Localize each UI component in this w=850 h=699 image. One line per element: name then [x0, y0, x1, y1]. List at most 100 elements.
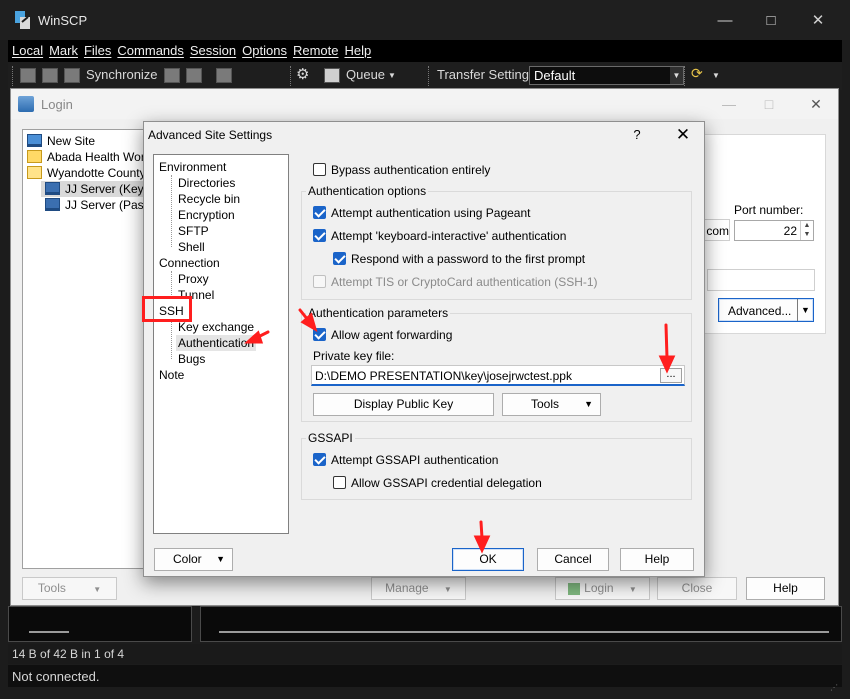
- help-label: Help: [773, 581, 798, 595]
- close-login-button[interactable]: Close: [657, 577, 737, 600]
- nav-note[interactable]: Note: [159, 368, 184, 382]
- find-files-icon[interactable]: [186, 68, 202, 83]
- menu-remote[interactable]: Remote: [289, 40, 341, 58]
- password-input[interactable]: [707, 269, 815, 291]
- browse-button[interactable]: ...: [660, 368, 682, 383]
- nav-bugs[interactable]: Bugs: [178, 352, 205, 366]
- cancel-button[interactable]: Cancel: [537, 548, 609, 571]
- queue-button[interactable]: Queue: [346, 67, 385, 82]
- nav-environment[interactable]: Environment: [159, 160, 226, 174]
- gssapi-attempt-label: Attempt GSSAPI authentication: [331, 453, 499, 467]
- transfer-settings-value: Default: [534, 68, 576, 83]
- menu-bar: Local Mark Files Commands Session Options Remo…: [8, 40, 842, 62]
- agent-forwarding-label: Allow agent forwarding: [331, 328, 453, 342]
- queue-icon[interactable]: [324, 68, 340, 83]
- gssapi-delegation-label: Allow GSSAPI credential delegation: [351, 476, 542, 490]
- ssh-highlight-box: [142, 296, 192, 322]
- manage-label: Manage: [385, 581, 429, 595]
- compare-directories-icon[interactable]: [20, 68, 36, 83]
- sync-browse-icon[interactable]: [42, 68, 58, 83]
- queue-dropdown-icon[interactable]: ▼: [388, 71, 396, 80]
- toolbar-separator: [684, 66, 686, 86]
- chevron-down-icon[interactable]: ▼: [797, 299, 813, 321]
- port-spinner-icon[interactable]: ▲ ▼: [800, 221, 813, 240]
- dialog-title-bar: Advanced Site Settings ? ✕: [144, 122, 704, 148]
- tools-button[interactable]: Tools ▼: [22, 577, 117, 600]
- toolbar-separator: [290, 66, 292, 86]
- synchronize-button[interactable]: Synchronize: [86, 67, 158, 82]
- menu-options[interactable]: Options: [238, 40, 289, 58]
- tools-label: Tools: [37, 581, 66, 595]
- synchronize-icon[interactable]: [64, 68, 80, 83]
- minimize-button[interactable]: —: [702, 8, 748, 34]
- nav-key-exchange[interactable]: Key exchange: [178, 320, 254, 334]
- help-label: Help: [644, 552, 670, 566]
- nav-proxy[interactable]: Proxy: [178, 272, 209, 286]
- local-scrollbar[interactable]: [29, 631, 69, 633]
- resize-grip-icon[interactable]: ⋰: [830, 683, 840, 693]
- toolbar-separator: [428, 66, 430, 86]
- manage-button[interactable]: Manage ▼: [371, 577, 466, 600]
- advanced-button-label: Advanced...: [728, 304, 792, 318]
- keep-remote-up-to-date-icon[interactable]: [164, 68, 180, 83]
- nav-recycle-bin[interactable]: Recycle bin: [178, 192, 240, 206]
- nav-authentication[interactable]: Authentication: [176, 335, 257, 351]
- menu-local[interactable]: Local: [8, 40, 45, 58]
- checkbox-box: [313, 163, 326, 176]
- port-number-input[interactable]: 22 ▲ ▼: [734, 220, 814, 241]
- auth-tools-button[interactable]: Tools ▼: [502, 393, 601, 416]
- menu-session[interactable]: Session: [186, 40, 238, 58]
- help-icon[interactable]: ?: [627, 125, 647, 145]
- remote-scrollbar[interactable]: [219, 631, 829, 633]
- cancel-label: Cancel: [554, 552, 592, 566]
- private-key-input[interactable]: D:\DEMO PRESENTATION\key\josejrwctest.pp…: [311, 365, 685, 386]
- tree-guide: [171, 175, 172, 247]
- login-minimize-button[interactable]: —: [709, 93, 749, 115]
- login-button[interactable]: Login ▼: [555, 577, 650, 600]
- preset-dropdown-icon[interactable]: ▼: [712, 71, 720, 80]
- transfer-preset-icon[interactable]: ⟳: [691, 65, 703, 82]
- keyboard-interactive-label: Attempt 'keyboard-interactive' authentic…: [331, 229, 567, 243]
- port-number-label: Port number:: [734, 203, 804, 217]
- port-number-value: 22: [783, 224, 797, 238]
- login-help-button[interactable]: Help: [746, 577, 825, 600]
- checkbox-box: [313, 229, 326, 242]
- selection-status: 14 B of 42 B in 1 of 4: [8, 644, 842, 664]
- nav-directories[interactable]: Directories: [178, 176, 235, 190]
- color-label: Color: [173, 552, 202, 566]
- checkbox-box: [313, 453, 326, 466]
- display-public-key-button[interactable]: Display Public Key: [313, 393, 494, 416]
- login-close-button[interactable]: ✕: [796, 93, 836, 115]
- close-icon[interactable]: ✕: [672, 125, 694, 145]
- display-public-key-label: Display Public Key: [353, 397, 454, 411]
- menu-mark[interactable]: Mark: [45, 40, 80, 58]
- site-label: Wyandotte County: [47, 166, 146, 180]
- maximize-button[interactable]: □: [748, 8, 794, 34]
- advanced-button[interactable]: Advanced... ▼: [718, 298, 814, 322]
- menu-files[interactable]: Files: [80, 40, 113, 58]
- ok-button[interactable]: OK: [452, 548, 524, 571]
- host-name-value: com: [706, 224, 729, 238]
- login-maximize-button[interactable]: □: [749, 93, 789, 115]
- toolbar-grip: [12, 66, 14, 86]
- console-icon[interactable]: [216, 68, 232, 83]
- nav-shell[interactable]: Shell: [178, 240, 205, 254]
- main-toolbar: Synchronize ⚙ Queue ▼ Transfer Settings …: [8, 62, 842, 90]
- nav-sftp[interactable]: SFTP: [178, 224, 209, 238]
- gssapi-group: GSSAPI: [301, 431, 692, 500]
- gear-icon[interactable]: ⚙: [296, 65, 309, 83]
- settings-nav-tree[interactable]: Environment Directories Recycle bin Encr…: [153, 154, 289, 534]
- menu-help[interactable]: Help: [340, 40, 373, 58]
- nav-encryption[interactable]: Encryption: [178, 208, 235, 222]
- color-button[interactable]: Color ▼: [154, 548, 233, 571]
- help-button[interactable]: Help: [620, 548, 694, 571]
- tree-guide: [171, 271, 172, 295]
- site-label: New Site: [47, 134, 96, 148]
- transfer-settings-select[interactable]: Default ▼: [529, 66, 684, 85]
- local-panel: [8, 606, 192, 642]
- menu-commands[interactable]: Commands: [113, 40, 185, 58]
- gssapi-title: GSSAPI: [306, 431, 355, 445]
- close-button[interactable]: ✕: [795, 8, 841, 34]
- nav-connection[interactable]: Connection: [159, 256, 220, 270]
- checkbox-box: [313, 275, 326, 288]
